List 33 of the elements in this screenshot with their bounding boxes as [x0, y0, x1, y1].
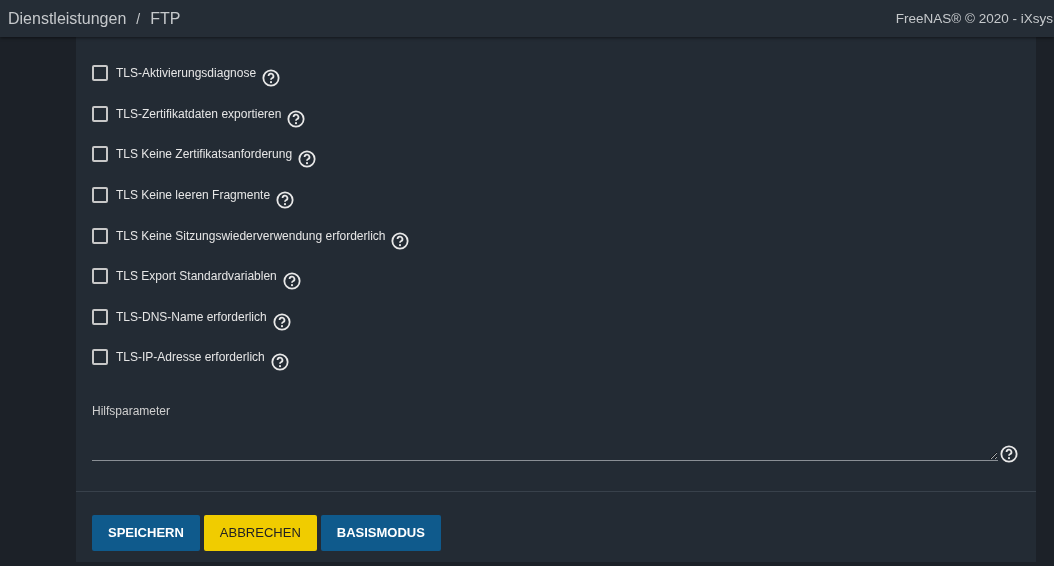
- help-icon[interactable]: [287, 109, 306, 128]
- option-label: TLS Keine Sitzungswiederverwendung erforderlich: [116, 228, 386, 243]
- checkbox[interactable]: [92, 268, 108, 285]
- breadcrumb-separator: /: [136, 10, 141, 27]
- help-icon[interactable]: [276, 191, 295, 210]
- option-label: TLS Keine leeren Fragmente: [116, 188, 271, 203]
- field-label: Hilfsparameter: [92, 403, 172, 418]
- help-icon[interactable]: [391, 231, 410, 250]
- help-icon[interactable]: [282, 272, 301, 291]
- action-button[interactable]: BASISMODUS: [320, 514, 441, 551]
- option-label: TLS-IP-Adresse erforderlich: [116, 350, 265, 365]
- checkbox[interactable]: [92, 105, 108, 122]
- checkbox[interactable]: [92, 308, 108, 325]
- help-icon[interactable]: [270, 353, 289, 372]
- option-label: TLS Export Standardvariablen: [116, 269, 277, 284]
- option-label: TLS-Aktivierungsdiagnose: [116, 66, 257, 81]
- checkbox[interactable]: [92, 65, 108, 82]
- checkbox[interactable]: [92, 227, 108, 244]
- help-icon[interactable]: [298, 150, 317, 169]
- help-icon[interactable]: [272, 312, 291, 331]
- option-label: TLS Keine Zertifikatsanforderung: [116, 147, 293, 162]
- help-icon[interactable]: [1000, 444, 1018, 463]
- option-label: TLS-Zertifikatdaten exportieren: [116, 106, 282, 121]
- checkbox[interactable]: [92, 146, 108, 163]
- copyright-text: FreeNAS® © 2020 - iXsys: [895, 11, 1053, 26]
- cancel-button[interactable]: ABBRECHEN: [203, 514, 317, 551]
- checkbox[interactable]: [92, 187, 108, 204]
- checkbox[interactable]: [92, 349, 108, 366]
- help-icon[interactable]: [262, 69, 281, 88]
- option-label: TLS-DNS-Name erforderlich: [116, 309, 267, 324]
- action-button[interactable]: SPEICHERN: [92, 514, 200, 551]
- breadcrumb-item[interactable]: Dienstleistungen: [8, 9, 127, 28]
- breadcrumb-item[interactable]: FTP: [150, 9, 181, 28]
